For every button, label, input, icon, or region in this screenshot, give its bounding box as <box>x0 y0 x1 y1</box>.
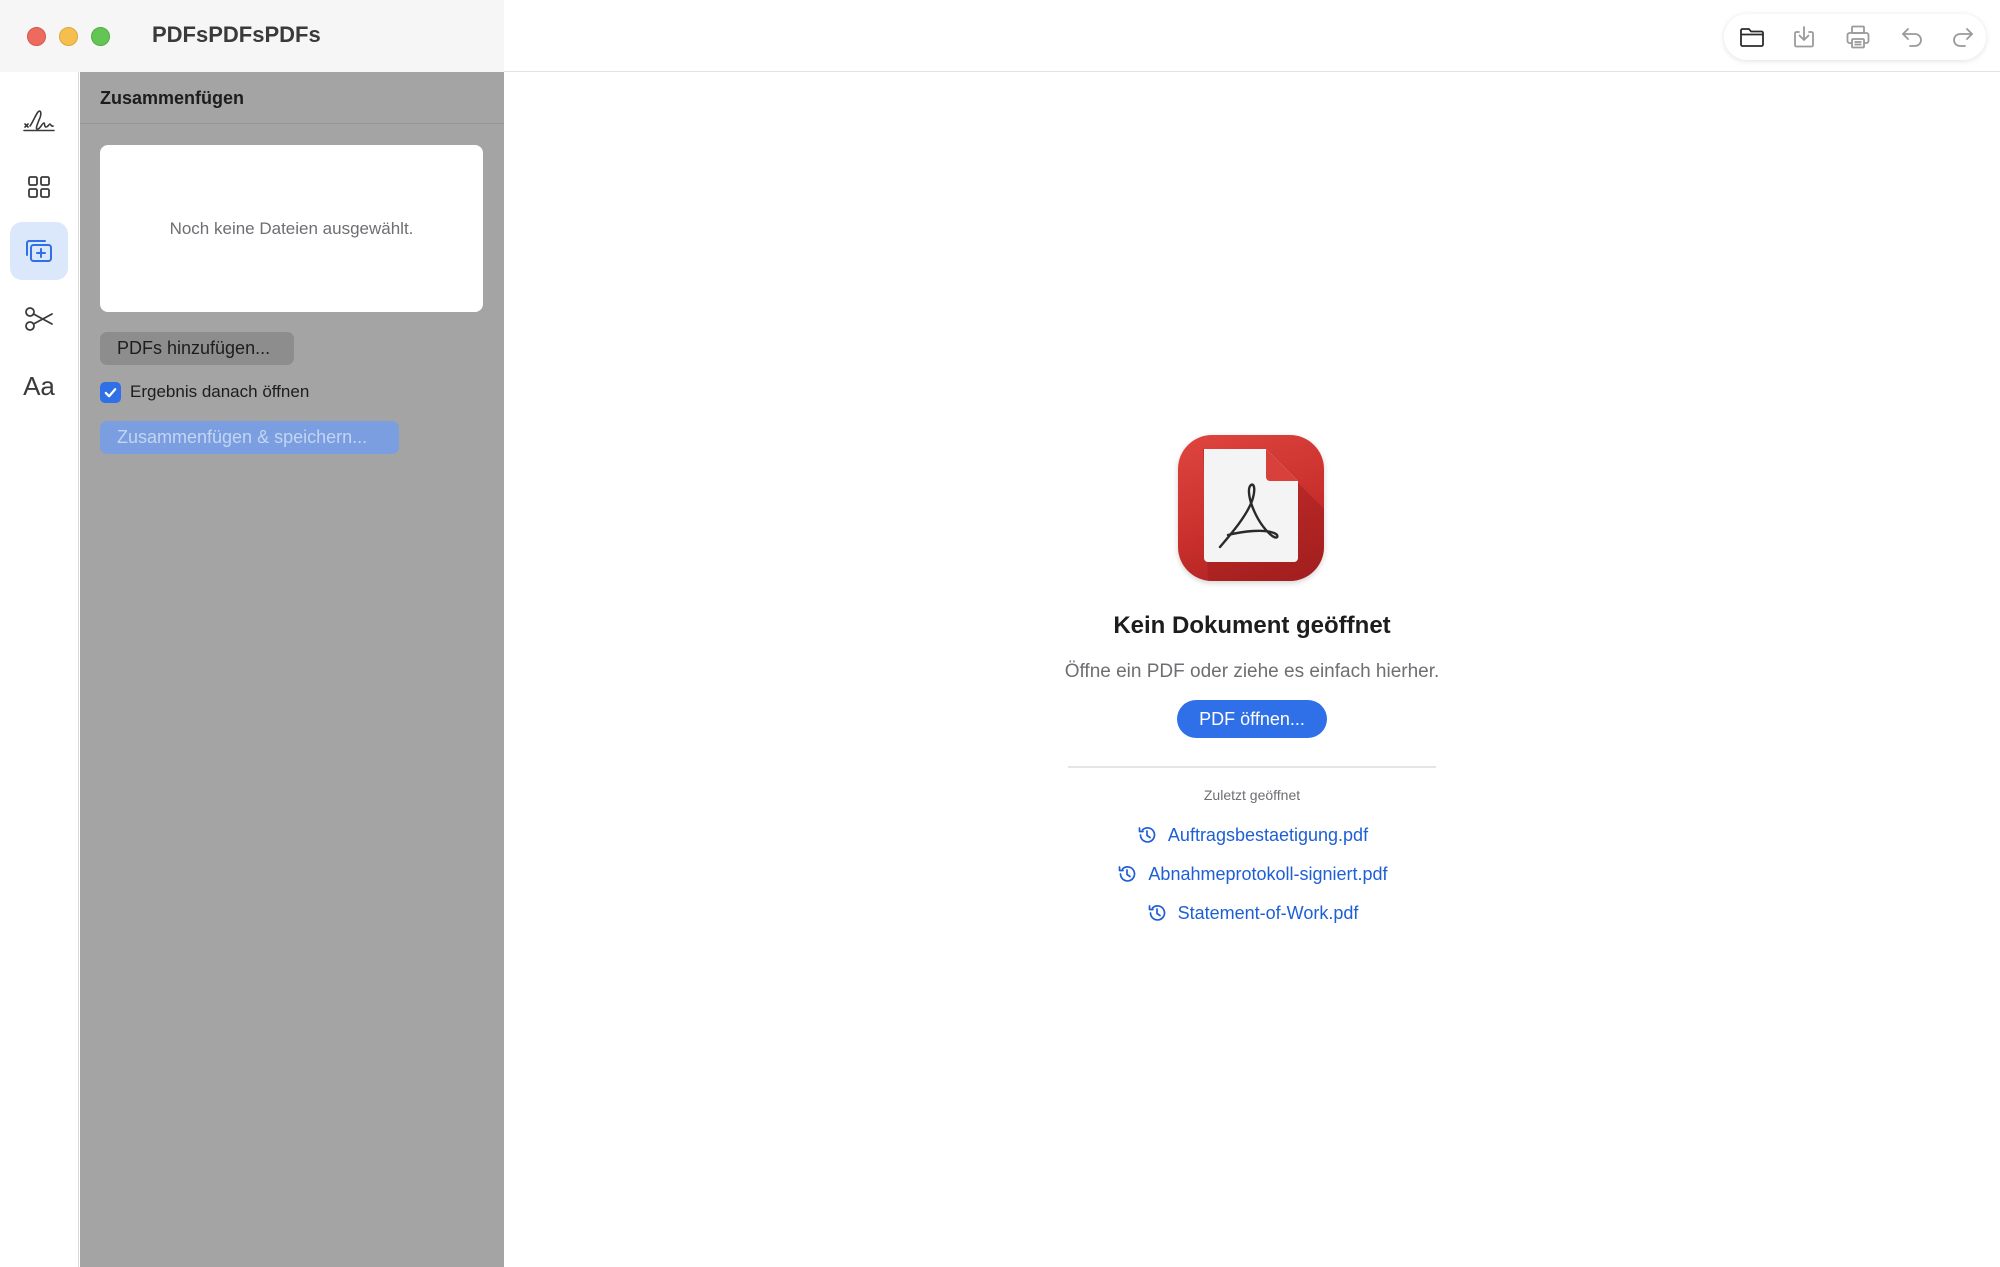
toolbar <box>1724 14 1986 60</box>
title-bar-left: PDFsPDFsPDFs <box>0 0 504 72</box>
panel-title: Zusammenfügen <box>100 88 245 108</box>
print-button[interactable] <box>1844 23 1872 51</box>
signature-icon <box>23 110 55 132</box>
redo-button[interactable] <box>1949 23 1977 51</box>
document-area[interactable]: Kein Dokument geöffnet Öffne ein PDF ode… <box>504 72 2000 1267</box>
file-drop-zone[interactable]: Noch keine Dateien ausgewählt. <box>100 145 483 312</box>
printer-icon <box>1846 25 1870 49</box>
recent-file-link[interactable]: Auftragsbestaetigung.pdf <box>504 820 2000 850</box>
recent-files-label: Zuletzt geöffnet <box>1203 787 1301 803</box>
recent-file-name: Statement-of-Work.pdf <box>1177 902 1359 923</box>
close-window-button[interactable] <box>27 27 46 46</box>
open-after-label[interactable]: Ergebnis danach öffnen <box>130 382 309 402</box>
history-icon <box>1138 827 1156 843</box>
folder-icon <box>1740 28 1764 47</box>
text-tool-label: Aa <box>23 370 55 401</box>
recent-file-link[interactable]: Abnahmeprotokoll-signiert.pdf <box>504 859 2000 889</box>
checkmark-icon <box>104 388 117 398</box>
divider <box>1068 766 1436 768</box>
pdf-document-icon <box>1203 449 1324 581</box>
merge-save-button[interactable]: Zusammenfügen & speichern... <box>100 421 399 454</box>
empty-state-subtitle: Öffne ein PDF oder ziehe es einfach hier… <box>1064 661 1440 682</box>
recent-file-name: Auftragsbestaetigung.pdf <box>1167 824 1369 845</box>
panel-header: Zusammenfügen <box>80 72 504 124</box>
history-icon <box>1148 905 1165 921</box>
undo-button[interactable] <box>1898 23 1926 51</box>
open-after-checkbox[interactable] <box>100 382 121 403</box>
undo-icon <box>1902 28 1922 47</box>
recent-file-name: Abnahmeprotokoll-signiert.pdf <box>1148 863 1388 884</box>
zoom-window-button[interactable] <box>91 27 110 46</box>
redo-icon <box>1953 28 1973 47</box>
rail-item-sign[interactable] <box>10 91 68 149</box>
download-icon <box>1794 26 1814 48</box>
empty-files-text: Noch keine Dateien ausgewählt. <box>169 218 414 238</box>
empty-state-title: Kein Dokument geöffnet <box>1113 612 1391 639</box>
title-bar: PDFsPDFsPDFs <box>0 0 2000 72</box>
minimize-window-button[interactable] <box>59 27 78 46</box>
recent-file-link[interactable]: Statement-of-Work.pdf <box>504 898 2000 928</box>
scissors-icon <box>25 307 53 331</box>
rail-item-merge[interactable] <box>10 222 68 280</box>
app-title: PDFsPDFsPDFs <box>152 22 321 47</box>
grid-icon <box>28 176 50 198</box>
open-pdf-button[interactable]: PDF öffnen... <box>1177 700 1327 738</box>
rail-item-split[interactable] <box>10 290 68 348</box>
merge-icon <box>26 240 52 262</box>
rail-item-pages[interactable] <box>10 158 68 216</box>
open-folder-button[interactable] <box>1738 23 1766 51</box>
history-icon <box>1119 866 1136 882</box>
app-logo <box>1178 435 1324 581</box>
add-pdfs-button[interactable]: PDFs hinzufügen... <box>100 332 294 365</box>
tool-rail: Aa <box>0 72 79 1267</box>
rail-item-text[interactable]: Aa <box>10 357 68 415</box>
save-button[interactable] <box>1790 23 1818 51</box>
merge-panel: Zusammenfügen Noch keine Dateien ausgewä… <box>80 72 504 1267</box>
